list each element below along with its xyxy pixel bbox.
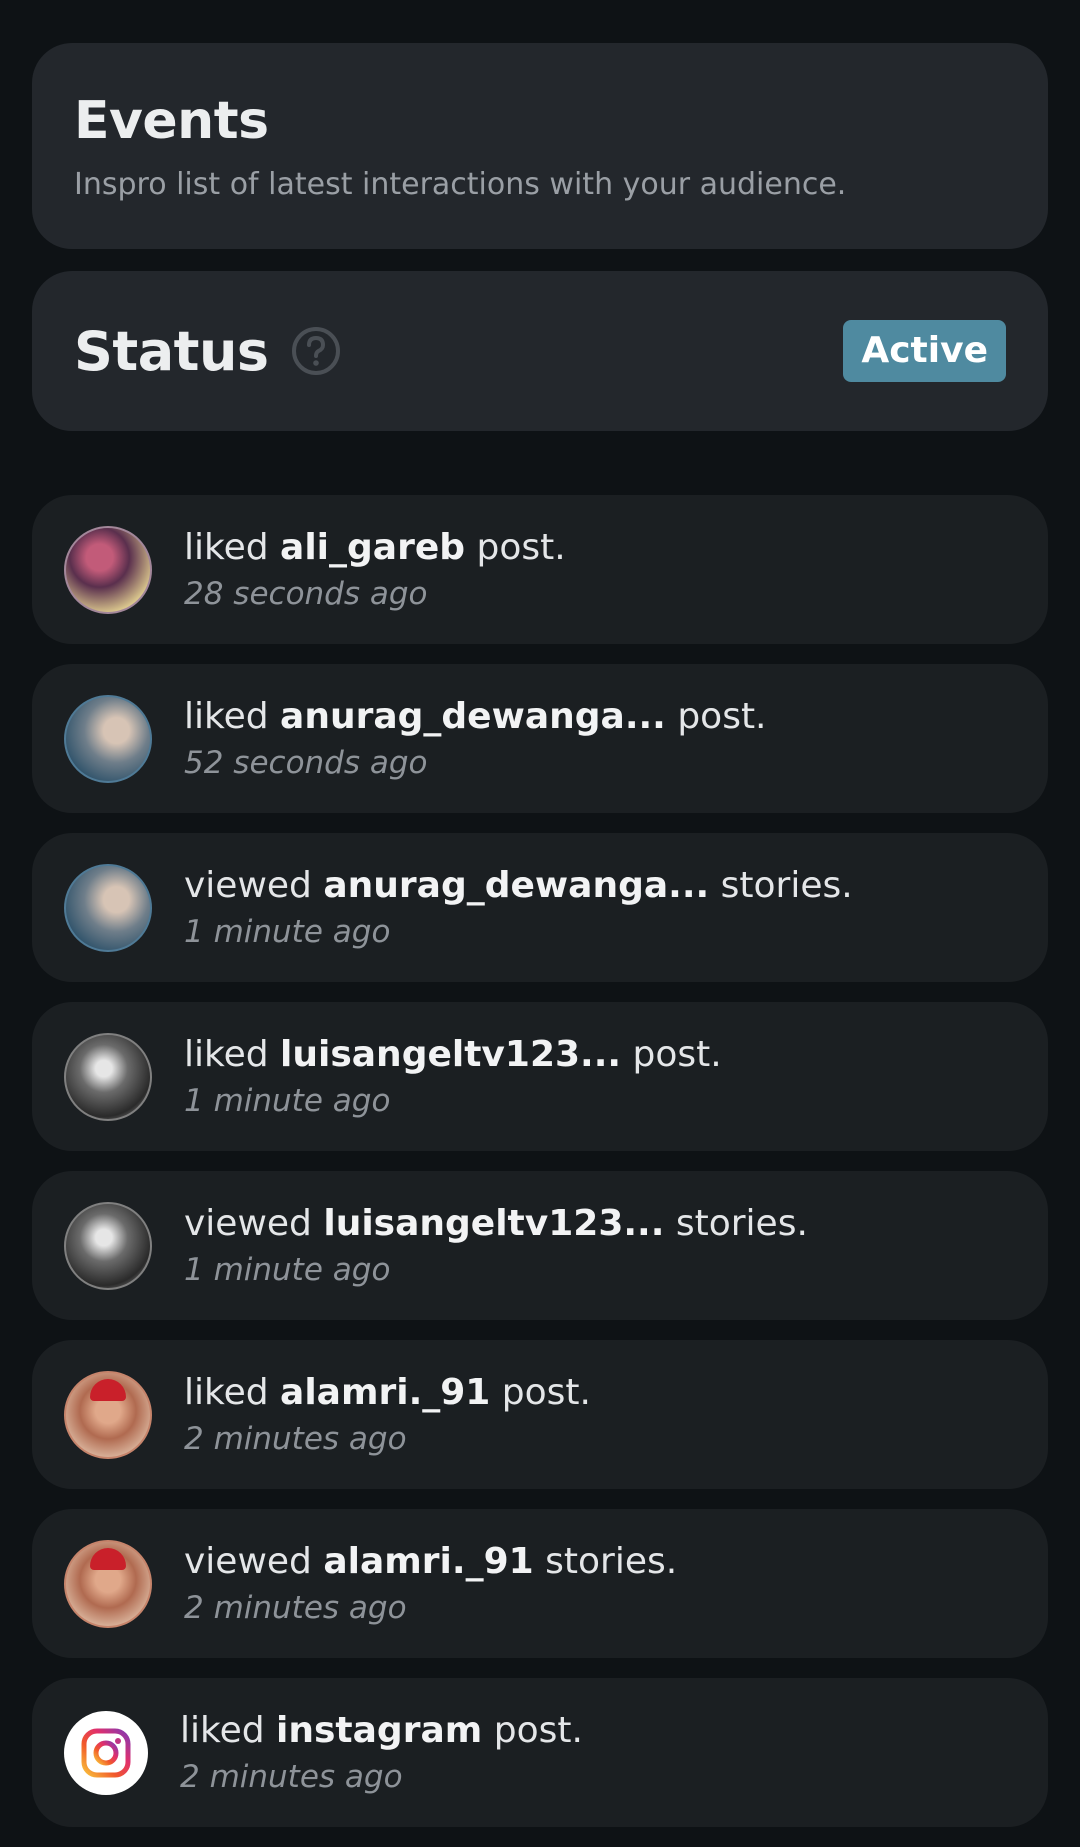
event-description: viewed luisangeltv123... stories. [184, 1201, 808, 1246]
events-list: liked ali_gareb post. 28 seconds ago lik… [32, 495, 1048, 1847]
event-text: liked instagram post. 2 minutes ago [180, 1708, 583, 1796]
event-item[interactable]: liked luisangeltv123... post. 1 minute a… [32, 1002, 1048, 1151]
event-object: stories. [675, 1203, 808, 1245]
event-description: liked luisangeltv123... post. [184, 1032, 722, 1077]
status-badge[interactable]: Active [843, 320, 1006, 382]
event-username[interactable]: anurag_dewanga... [323, 865, 709, 906]
user-avatar [64, 694, 152, 783]
events-header-card: Events Inspro list of latest interaction… [32, 43, 1048, 249]
event-action: liked [184, 1372, 269, 1414]
page-subtitle: Inspro list of latest interactions with … [74, 167, 847, 202]
event-item[interactable]: liked ali_gareb post. 28 seconds ago [32, 495, 1048, 644]
event-timestamp: 1 minute ago [184, 914, 391, 951]
status-title-group: Status [74, 320, 341, 383]
event-object: post. [632, 1034, 722, 1076]
event-item[interactable]: liked instagram post. 2 minutes ago [32, 1678, 1048, 1827]
event-username[interactable]: instagram [276, 1710, 482, 1751]
event-timestamp: 2 minutes ago [184, 1590, 407, 1627]
event-action: liked [184, 1034, 269, 1076]
event-username[interactable]: luisangeltv123... [323, 1203, 664, 1244]
event-description: liked instagram post. [180, 1708, 583, 1753]
event-timestamp: 52 seconds ago [184, 745, 428, 782]
event-action: viewed [184, 1541, 312, 1583]
event-timestamp: 2 minutes ago [184, 1421, 407, 1458]
event-action: liked [180, 1710, 265, 1752]
page-title: Events [74, 91, 269, 151]
event-text: viewed alamri._91 stories. 2 minutes ago [184, 1539, 677, 1627]
event-text: viewed luisangeltv123... stories. 1 minu… [184, 1201, 808, 1289]
event-action: liked [184, 696, 269, 738]
event-description: liked anurag_dewanga... post. [184, 694, 767, 739]
user-avatar [64, 863, 152, 952]
question-circle-icon[interactable] [291, 326, 341, 376]
instagram-logo-icon [64, 1710, 148, 1795]
event-description: viewed alamri._91 stories. [184, 1539, 677, 1584]
event-object: post. [677, 696, 767, 738]
event-item[interactable]: liked anurag_dewanga... post. 52 seconds… [32, 664, 1048, 813]
event-username[interactable]: luisangeltv123... [280, 1034, 621, 1075]
event-timestamp: 2 minutes ago [180, 1759, 403, 1796]
event-username[interactable]: ali_gareb [280, 527, 465, 568]
event-description: liked ali_gareb post. [184, 525, 566, 570]
status-card: Status Active [32, 271, 1048, 431]
event-action: viewed [184, 1203, 312, 1245]
user-avatar [64, 1201, 152, 1290]
event-action: viewed [184, 865, 312, 907]
event-username[interactable]: anurag_dewanga... [280, 696, 666, 737]
event-item[interactable]: viewed alamri._91 stories. 2 minutes ago [32, 1509, 1048, 1658]
user-avatar [64, 1539, 152, 1628]
user-avatar [64, 525, 152, 614]
event-timestamp: 1 minute ago [184, 1083, 391, 1120]
event-username[interactable]: alamri._91 [280, 1372, 490, 1413]
event-object: post. [493, 1710, 583, 1752]
event-text: liked ali_gareb post. 28 seconds ago [184, 525, 566, 613]
event-object: post. [476, 527, 566, 569]
user-avatar [64, 1032, 152, 1121]
event-text: viewed anurag_dewanga... stories. 1 minu… [184, 863, 853, 951]
event-action: liked [184, 527, 269, 569]
status-title: Status [74, 319, 269, 383]
event-item[interactable]: viewed luisangeltv123... stories. 1 minu… [32, 1171, 1048, 1320]
event-text: liked anurag_dewanga... post. 52 seconds… [184, 694, 767, 782]
user-avatar [64, 1370, 152, 1459]
event-timestamp: 1 minute ago [184, 1252, 391, 1289]
event-object: stories. [545, 1541, 678, 1583]
event-item[interactable]: viewed anurag_dewanga... stories. 1 minu… [32, 833, 1048, 982]
event-description: liked alamri._91 post. [184, 1370, 591, 1415]
event-username[interactable]: alamri._91 [323, 1541, 533, 1582]
event-timestamp: 28 seconds ago [184, 576, 428, 613]
event-object: stories. [720, 865, 853, 907]
event-text: liked alamri._91 post. 2 minutes ago [184, 1370, 591, 1458]
event-description: viewed anurag_dewanga... stories. [184, 863, 853, 908]
event-item[interactable]: liked alamri._91 post. 2 minutes ago [32, 1340, 1048, 1489]
event-text: liked luisangeltv123... post. 1 minute a… [184, 1032, 722, 1120]
event-object: post. [501, 1372, 591, 1414]
